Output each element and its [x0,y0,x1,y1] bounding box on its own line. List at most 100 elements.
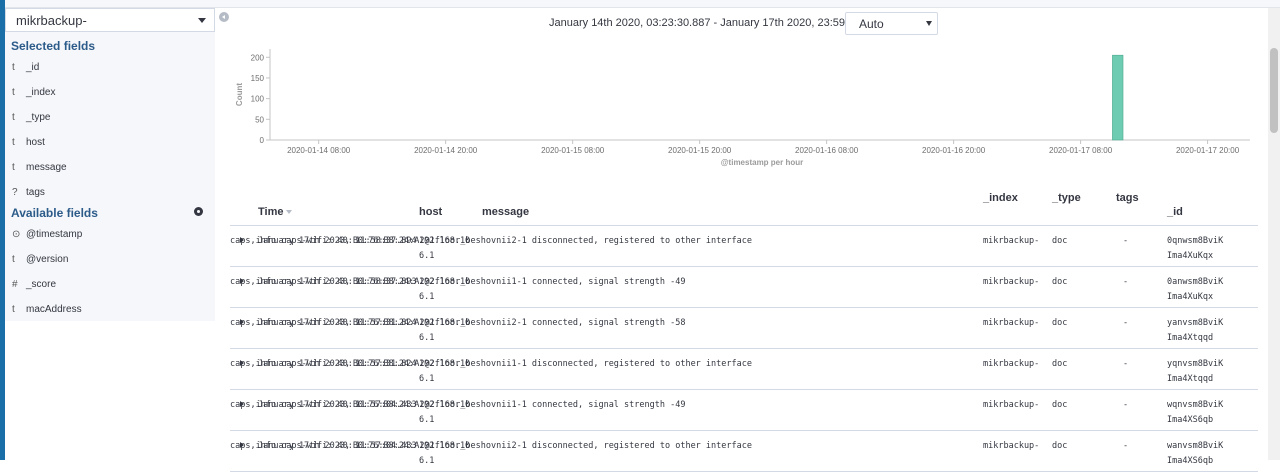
field-sidebar: mikrbackup- Selected fields t _id t _index t… [5,8,215,321]
sort-arrow-icon[interactable] [286,210,293,215]
cell-index: mikrbackup- [983,359,1040,369]
cell-type: doc [1052,441,1068,451]
cell-id: wanvsm8BviKIma4XS6qb [1167,441,1224,466]
y-tick-label: 200 [251,53,265,62]
cell-tags: - [1123,318,1129,328]
field-item[interactable]: t _index [12,84,55,100]
y-tick-label: 150 [251,74,265,83]
cell-message: caps,info caps-wifi: 40:B0:76:B8:24:A2@2… [230,277,686,287]
cell-id: 0qnwsm8BviKIma4XuKqx [1167,236,1224,261]
x-tick-label: 2020-01-15 20:00 [668,146,732,155]
interval-value: Auto [859,17,884,31]
selected-fields-title: Selected fields [11,39,96,53]
column-header-time-label: Time [258,206,284,218]
collapse-sidebar-icon[interactable] [219,12,229,22]
table-row[interactable]: January 17th 2020, 11:57:04.433 192.168.1… [230,390,1258,431]
field-name: _score [26,278,57,290]
top-bar [0,0,1280,8]
cell-index: mikrbackup- [983,236,1040,246]
column-header-index[interactable]: _index [983,192,1018,204]
cell-type: doc [1052,277,1068,287]
cell-id: 0anwsm8BviKIma4XuKqx [1167,277,1224,302]
field-item[interactable]: t macAddress [12,301,82,317]
x-tick-label: 2020-01-14 20:00 [414,146,478,155]
x-tick-label: 2020-01-17 20:00 [1176,146,1240,155]
cell-index: mikrbackup- [983,318,1040,328]
scrollbar-thumb[interactable] [1270,48,1278,133]
field-name: @timestamp [26,228,83,240]
field-item[interactable]: t _id [12,59,39,75]
field-type-icon: t [12,136,15,148]
field-name: macAddress [26,303,82,315]
field-item[interactable]: ⊙ @timestamp [12,226,82,242]
cell-tags: - [1123,441,1129,451]
table-row[interactable]: January 17th 2020, 11:57:04.433 192.168.1… [230,431,1258,472]
field-item[interactable]: # _score [12,276,56,292]
field-type-icon: t [12,303,15,315]
cell-message: caps,info caps-wifi: 40:B0:76:B8:24:A2@1… [230,236,752,246]
x-tick-label: 2020-01-15 08:00 [541,146,605,155]
cell-type: doc [1052,318,1068,328]
field-item[interactable]: t host [12,134,45,150]
field-name: host [26,136,45,148]
field-name: tags [26,186,45,198]
field-item[interactable]: t @version [12,251,68,267]
cell-id: wqnvsm8BviKIma4XS6qb [1167,400,1224,425]
cell-message: caps,info caps-wifi: 40:B0:76:B8:24:A2@1… [230,318,686,328]
y-tick-label: 0 [260,136,265,145]
column-header-time[interactable]: Time [258,206,293,218]
index-pattern-select[interactable]: mikrbackup- [5,8,215,32]
field-name: _index [26,86,56,98]
x-tick-label: 2020-01-16 20:00 [922,146,986,155]
field-item[interactable]: t _type [12,109,50,125]
field-type-icon: t [12,253,15,265]
y-axis-label: Count [235,83,244,106]
y-tick-label: 50 [255,115,264,124]
cell-index: mikrbackup- [983,400,1040,410]
cell-message: caps,info caps-wifi: 40:B0:76:B8:24:A2@2… [230,359,752,369]
column-header-message[interactable]: message [482,206,529,218]
cell-message: caps,info caps-wifi: 40:B0:76:B8:24:A2@2… [230,400,686,410]
cell-tags: - [1123,277,1129,287]
field-type-icon: t [12,161,15,173]
field-type-icon: t [12,86,15,98]
column-header-type[interactable]: _type [1052,192,1081,204]
cell-id: yanvsm8BviKIma4Xtqqd [1167,318,1224,343]
cell-type: doc [1052,400,1068,410]
chevron-down-icon [198,18,206,23]
index-pattern-value: mikrbackup- [16,12,87,28]
column-header-id[interactable]: _id [1167,206,1183,218]
time-range-label[interactable]: January 14th 2020, 03:23:30.887 - Januar… [549,17,896,29]
field-name: message [26,161,67,173]
table-row[interactable]: January 17th 2020, 11:57:31.824 192.168.1… [230,349,1258,390]
x-tick-label: 2020-01-16 08:00 [795,146,859,155]
table-row[interactable]: January 17th 2020, 11:58:37.894 192.168.1… [230,226,1258,267]
column-header-host[interactable]: host [419,206,442,218]
field-name: _type [26,111,51,123]
field-type-icon: ? [12,186,18,198]
field-item[interactable]: t message [12,159,67,175]
field-name: _id [26,61,40,73]
table-row[interactable]: January 17th 2020, 11:57:31.824 192.168.1… [230,308,1258,349]
vertical-scrollbar[interactable] [1268,8,1280,460]
field-item[interactable]: ? tags [12,184,45,200]
table-row[interactable]: January 17th 2020, 11:58:37.893 192.168.1… [230,267,1258,308]
field-type-icon: t [12,61,15,73]
field-name: @version [26,253,69,265]
histogram-chart: 0 50 100 150 200 2020-01-14 08:00 2020-01-14 2… [235,49,1250,167]
cell-tags: - [1123,400,1129,410]
column-header-tags[interactable]: tags [1116,192,1139,204]
field-type-icon: # [12,278,18,290]
field-type-icon: t [12,111,15,123]
interval-select[interactable]: Auto [845,12,938,35]
x-tick-label: 2020-01-14 08:00 [287,146,351,155]
cell-index: mikrbackup- [983,441,1040,451]
available-fields-title: Available fields [11,206,98,220]
x-tick-label: 2020-01-17 08:00 [1049,146,1113,155]
chevron-down-icon [926,21,932,26]
cell-tags: - [1123,359,1129,369]
cell-message: caps,info caps-wifi: 40:B0:76:B8:24:A2@1… [230,441,752,451]
y-tick-label: 100 [251,95,265,104]
x-axis-label: @timestamp per hour [721,158,803,167]
gear-icon[interactable] [194,207,203,216]
